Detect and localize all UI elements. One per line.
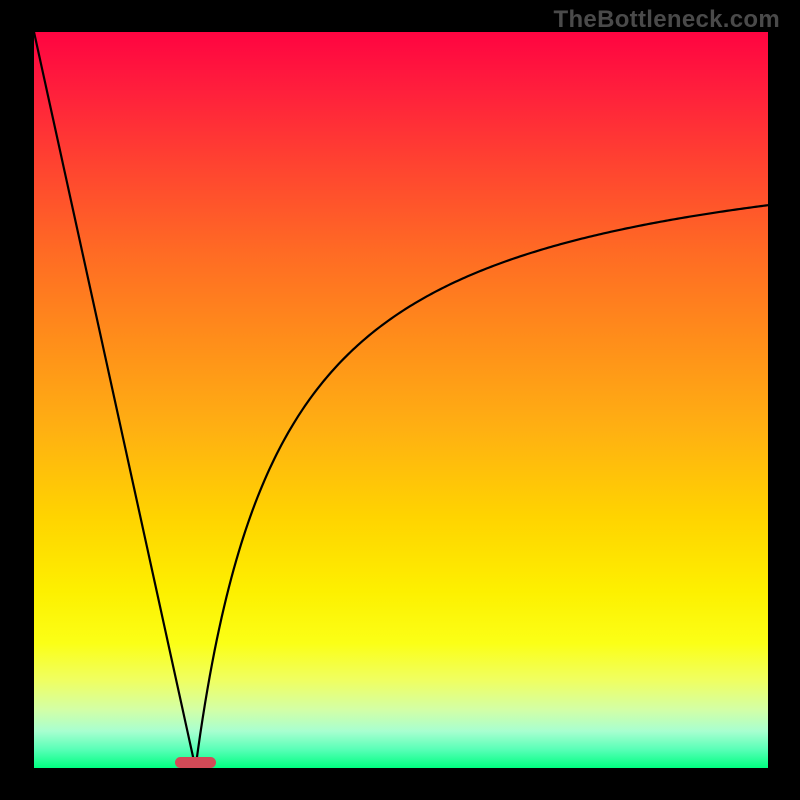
watermark-text: TheBottleneck.com: [554, 6, 780, 34]
optimum-marker: [175, 757, 215, 768]
chart-frame: TheBottleneck.com: [0, 0, 800, 800]
plot-area: [34, 32, 768, 768]
